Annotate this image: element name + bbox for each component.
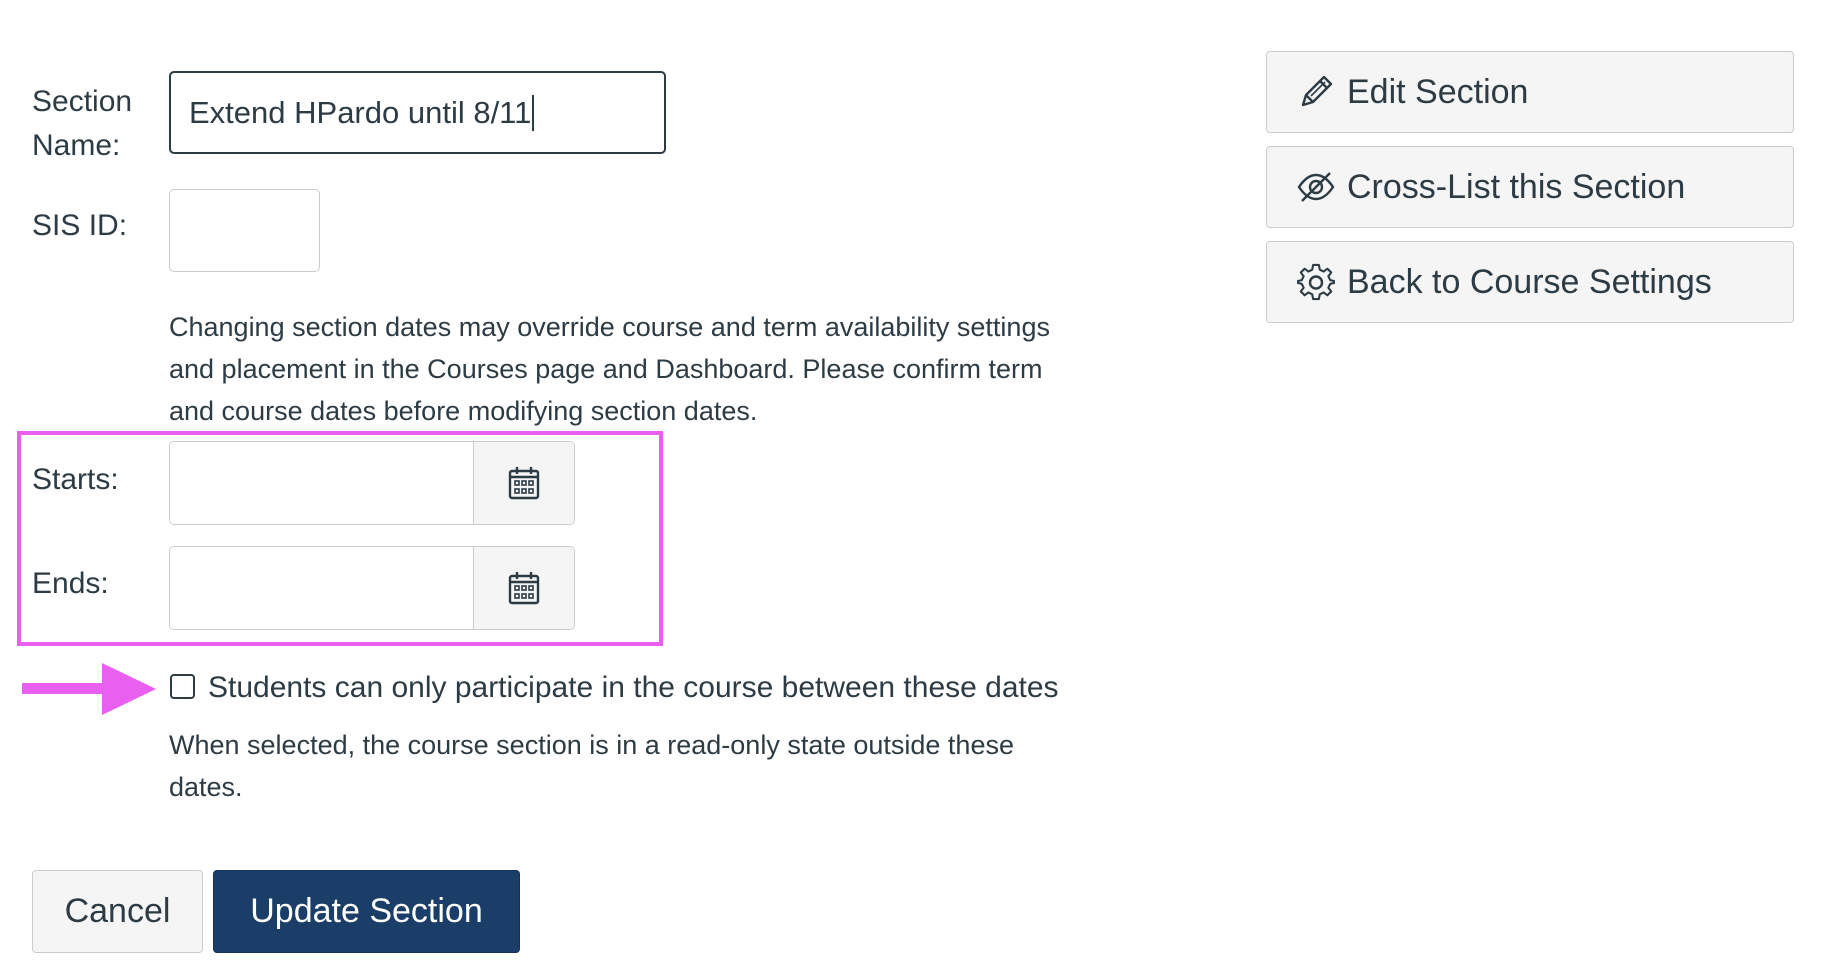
update-section-button[interactable]: Update Section bbox=[213, 870, 520, 953]
ends-date-input[interactable] bbox=[170, 547, 473, 629]
edit-section-button[interactable]: Edit Section bbox=[1266, 51, 1794, 133]
restrict-help-line2: dates. bbox=[169, 772, 243, 802]
starts-calendar-button[interactable] bbox=[473, 442, 574, 524]
edit-section-page: Section Name: Extend HPardo until 8/11 S… bbox=[0, 0, 1834, 980]
section-name-label: Section Name: bbox=[32, 80, 132, 168]
arrow-annotation-icon bbox=[22, 663, 156, 715]
ends-label: Ends: bbox=[32, 567, 109, 600]
gear-icon bbox=[1297, 263, 1335, 301]
sis-id-label: SIS ID: bbox=[32, 209, 128, 242]
starts-date-group bbox=[169, 441, 575, 525]
calendar-icon bbox=[508, 572, 540, 605]
back-to-course-settings-button[interactable]: Back to Course Settings bbox=[1266, 241, 1794, 323]
back-to-course-settings-label: Back to Course Settings bbox=[1347, 262, 1712, 301]
section-name-label-line1: Section bbox=[32, 85, 133, 118]
ends-date-group bbox=[169, 546, 575, 630]
dates-notice-line3: and course dates before modifying sectio… bbox=[169, 396, 758, 426]
cross-list-section-label: Cross-List this Section bbox=[1347, 167, 1686, 206]
restrict-dates-checkbox[interactable] bbox=[170, 674, 195, 699]
dates-notice-line1: Changing section dates may override cour… bbox=[169, 312, 1050, 342]
cross-list-section-button[interactable]: Cross-List this Section bbox=[1266, 146, 1794, 228]
sis-id-input[interactable] bbox=[169, 189, 320, 272]
ends-calendar-button[interactable] bbox=[473, 547, 574, 629]
dates-notice: Changing section dates may override cour… bbox=[169, 306, 1050, 432]
edit-section-label: Edit Section bbox=[1347, 72, 1529, 111]
pencil-icon bbox=[1297, 73, 1335, 111]
section-name-value: Extend HPardo until 8/11 bbox=[189, 94, 532, 130]
starts-label: Starts: bbox=[32, 463, 119, 496]
restrict-dates-label[interactable]: Students can only participate in the cou… bbox=[208, 666, 1059, 710]
cancel-button[interactable]: Cancel bbox=[32, 870, 203, 953]
section-name-label-line2: Name: bbox=[32, 129, 121, 162]
eye-slash-icon bbox=[1297, 168, 1335, 206]
text-caret bbox=[532, 94, 535, 131]
dates-notice-line2: and placement in the Courses page and Da… bbox=[169, 354, 1043, 384]
starts-date-input[interactable] bbox=[170, 442, 473, 524]
calendar-icon bbox=[508, 467, 540, 500]
restrict-help-line1: When selected, the course section is in … bbox=[169, 730, 1014, 760]
section-name-input[interactable]: Extend HPardo until 8/11 bbox=[169, 71, 666, 154]
restrict-dates-help: When selected, the course section is in … bbox=[169, 724, 1014, 808]
